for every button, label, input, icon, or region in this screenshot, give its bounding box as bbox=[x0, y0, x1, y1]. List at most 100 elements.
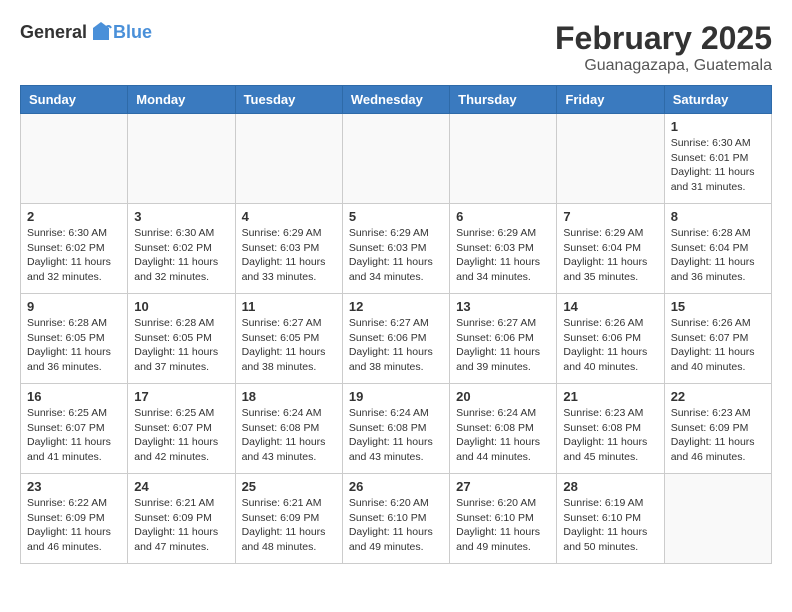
day-number: 18 bbox=[242, 389, 336, 404]
calendar-day-header: Monday bbox=[128, 86, 235, 114]
calendar-day-cell: 5Sunrise: 6:29 AM Sunset: 6:03 PM Daylig… bbox=[342, 204, 449, 294]
calendar-day-cell: 1 Sunrise: 6:30 AM Sunset: 6:01 PM Daylig… bbox=[664, 114, 771, 204]
day-number: 16 bbox=[27, 389, 121, 404]
calendar-week-row: 16 Sunrise: 6:25 AM Sunset: 6:07 PM Dayli… bbox=[21, 384, 772, 474]
day-info: Sunrise: 6:26 AM Sunset: 6:06 PM Dayligh… bbox=[563, 316, 657, 375]
day-info: Sunrise: 6:21 AM Sunset: 6:09 PM Dayligh… bbox=[134, 496, 228, 555]
calendar-day-cell: 25 Sunrise: 6:21 AM Sunset: 6:09 PM Dayli… bbox=[235, 474, 342, 564]
day-number: 10 bbox=[134, 299, 228, 314]
day-number: 9 bbox=[27, 299, 121, 314]
day-info: Sunrise: 6:25 AM Sunset: 6:07 PM Dayligh… bbox=[134, 406, 228, 465]
day-info: Sunrise: 6:30 AM Sunset: 6:01 PM Dayligh… bbox=[671, 136, 765, 195]
day-number: 28 bbox=[563, 479, 657, 494]
calendar-day-cell: 4Sunrise: 6:29 AM Sunset: 6:03 PM Daylig… bbox=[235, 204, 342, 294]
day-info: Sunrise: 6:23 AM Sunset: 6:09 PM Dayligh… bbox=[671, 406, 765, 465]
calendar-day-cell: 22 Sunrise: 6:23 AM Sunset: 6:09 PM Dayli… bbox=[664, 384, 771, 474]
day-info: Sunrise: 6:29 AM Sunset: 6:03 PM Dayligh… bbox=[349, 226, 443, 285]
day-number: 3 bbox=[134, 209, 228, 224]
day-number: 7 bbox=[563, 209, 657, 224]
calendar-day-cell bbox=[342, 114, 449, 204]
day-info: Sunrise: 6:20 AM Sunset: 6:10 PM Dayligh… bbox=[349, 496, 443, 555]
calendar-body: 1 Sunrise: 6:30 AM Sunset: 6:01 PM Daylig… bbox=[21, 114, 772, 564]
calendar-week-row: 9 Sunrise: 6:28 AM Sunset: 6:05 PM Daylig… bbox=[21, 294, 772, 384]
calendar-day-header: Friday bbox=[557, 86, 664, 114]
calendar-day-cell: 8 Sunrise: 6:28 AM Sunset: 6:04 PM Daylig… bbox=[664, 204, 771, 294]
location: Guanagazapa, Guatemala bbox=[555, 57, 772, 75]
calendar-day-cell: 20 Sunrise: 6:24 AM Sunset: 6:08 PM Dayli… bbox=[450, 384, 557, 474]
day-info: Sunrise: 6:21 AM Sunset: 6:09 PM Dayligh… bbox=[242, 496, 336, 555]
day-info: Sunrise: 6:30 AM Sunset: 6:02 PM Dayligh… bbox=[134, 226, 228, 285]
calendar-day-cell: 7 Sunrise: 6:29 AM Sunset: 6:04 PM Daylig… bbox=[557, 204, 664, 294]
calendar-day-cell bbox=[450, 114, 557, 204]
calendar: SundayMondayTuesdayWednesdayThursdayFrid… bbox=[20, 85, 772, 564]
calendar-day-cell: 14 Sunrise: 6:26 AM Sunset: 6:06 PM Dayli… bbox=[557, 294, 664, 384]
day-number: 15 bbox=[671, 299, 765, 314]
calendar-week-row: 1 Sunrise: 6:30 AM Sunset: 6:01 PM Daylig… bbox=[21, 114, 772, 204]
calendar-header-row: SundayMondayTuesdayWednesdayThursdayFrid… bbox=[21, 86, 772, 114]
day-info: Sunrise: 6:24 AM Sunset: 6:08 PM Dayligh… bbox=[349, 406, 443, 465]
logo-icon bbox=[89, 20, 113, 44]
day-info: Sunrise: 6:29 AM Sunset: 6:03 PM Dayligh… bbox=[456, 226, 550, 285]
calendar-week-row: 2 Sunrise: 6:30 AM Sunset: 6:02 PM Daylig… bbox=[21, 204, 772, 294]
calendar-day-header: Wednesday bbox=[342, 86, 449, 114]
calendar-day-cell: 12 Sunrise: 6:27 AM Sunset: 6:06 PM Dayli… bbox=[342, 294, 449, 384]
calendar-day-cell bbox=[664, 474, 771, 564]
calendar-day-header: Tuesday bbox=[235, 86, 342, 114]
page-header: General Blue February 2025 Guanagazapa, … bbox=[20, 20, 772, 75]
calendar-day-cell bbox=[235, 114, 342, 204]
day-number: 24 bbox=[134, 479, 228, 494]
day-number: 20 bbox=[456, 389, 550, 404]
calendar-day-cell: 18 Sunrise: 6:24 AM Sunset: 6:08 PM Dayli… bbox=[235, 384, 342, 474]
calendar-day-header: Saturday bbox=[664, 86, 771, 114]
day-number: 19 bbox=[349, 389, 443, 404]
calendar-day-header: Thursday bbox=[450, 86, 557, 114]
day-info: Sunrise: 6:29 AM Sunset: 6:03 PM Dayligh… bbox=[242, 226, 336, 285]
day-number: 27 bbox=[456, 479, 550, 494]
logo-blue: Blue bbox=[113, 22, 152, 43]
day-info: Sunrise: 6:27 AM Sunset: 6:05 PM Dayligh… bbox=[242, 316, 336, 375]
day-info: Sunrise: 6:24 AM Sunset: 6:08 PM Dayligh… bbox=[242, 406, 336, 465]
day-number: 11 bbox=[242, 299, 336, 314]
day-number: 2 bbox=[27, 209, 121, 224]
day-number: 13 bbox=[456, 299, 550, 314]
calendar-day-cell bbox=[557, 114, 664, 204]
day-info: Sunrise: 6:28 AM Sunset: 6:05 PM Dayligh… bbox=[27, 316, 121, 375]
calendar-day-cell: 10 Sunrise: 6:28 AM Sunset: 6:05 PM Dayli… bbox=[128, 294, 235, 384]
day-number: 25 bbox=[242, 479, 336, 494]
day-info: Sunrise: 6:23 AM Sunset: 6:08 PM Dayligh… bbox=[563, 406, 657, 465]
day-number: 1 bbox=[671, 119, 765, 134]
day-info: Sunrise: 6:30 AM Sunset: 6:02 PM Dayligh… bbox=[27, 226, 121, 285]
calendar-day-cell: 23Sunrise: 6:22 AM Sunset: 6:09 PM Dayli… bbox=[21, 474, 128, 564]
day-info: Sunrise: 6:26 AM Sunset: 6:07 PM Dayligh… bbox=[671, 316, 765, 375]
calendar-day-cell: 6Sunrise: 6:29 AM Sunset: 6:03 PM Daylig… bbox=[450, 204, 557, 294]
calendar-day-cell: 26 Sunrise: 6:20 AM Sunset: 6:10 PM Dayli… bbox=[342, 474, 449, 564]
day-info: Sunrise: 6:27 AM Sunset: 6:06 PM Dayligh… bbox=[456, 316, 550, 375]
calendar-day-cell: 24 Sunrise: 6:21 AM Sunset: 6:09 PM Dayli… bbox=[128, 474, 235, 564]
calendar-day-cell: 19 Sunrise: 6:24 AM Sunset: 6:08 PM Dayli… bbox=[342, 384, 449, 474]
day-info: Sunrise: 6:22 AM Sunset: 6:09 PM Dayligh… bbox=[27, 496, 121, 555]
title-area: February 2025 Guanagazapa, Guatemala bbox=[555, 20, 772, 75]
day-number: 26 bbox=[349, 479, 443, 494]
day-number: 12 bbox=[349, 299, 443, 314]
day-number: 22 bbox=[671, 389, 765, 404]
day-info: Sunrise: 6:27 AM Sunset: 6:06 PM Dayligh… bbox=[349, 316, 443, 375]
calendar-day-cell: 13 Sunrise: 6:27 AM Sunset: 6:06 PM Dayli… bbox=[450, 294, 557, 384]
calendar-day-cell: 3 Sunrise: 6:30 AM Sunset: 6:02 PM Daylig… bbox=[128, 204, 235, 294]
day-info: Sunrise: 6:24 AM Sunset: 6:08 PM Dayligh… bbox=[456, 406, 550, 465]
day-info: Sunrise: 6:28 AM Sunset: 6:04 PM Dayligh… bbox=[671, 226, 765, 285]
calendar-day-cell: 11 Sunrise: 6:27 AM Sunset: 6:05 PM Dayli… bbox=[235, 294, 342, 384]
calendar-week-row: 23Sunrise: 6:22 AM Sunset: 6:09 PM Dayli… bbox=[21, 474, 772, 564]
logo: General Blue bbox=[20, 20, 152, 44]
day-number: 14 bbox=[563, 299, 657, 314]
day-info: Sunrise: 6:19 AM Sunset: 6:10 PM Dayligh… bbox=[563, 496, 657, 555]
day-info: Sunrise: 6:29 AM Sunset: 6:04 PM Dayligh… bbox=[563, 226, 657, 285]
calendar-day-header: Sunday bbox=[21, 86, 128, 114]
calendar-day-cell: 2 Sunrise: 6:30 AM Sunset: 6:02 PM Daylig… bbox=[21, 204, 128, 294]
day-info: Sunrise: 6:25 AM Sunset: 6:07 PM Dayligh… bbox=[27, 406, 121, 465]
day-number: 8 bbox=[671, 209, 765, 224]
day-info: Sunrise: 6:28 AM Sunset: 6:05 PM Dayligh… bbox=[134, 316, 228, 375]
calendar-day-cell: 28 Sunrise: 6:19 AM Sunset: 6:10 PM Dayli… bbox=[557, 474, 664, 564]
calendar-day-cell: 15 Sunrise: 6:26 AM Sunset: 6:07 PM Dayli… bbox=[664, 294, 771, 384]
day-number: 17 bbox=[134, 389, 228, 404]
calendar-day-cell: 27Sunrise: 6:20 AM Sunset: 6:10 PM Dayli… bbox=[450, 474, 557, 564]
